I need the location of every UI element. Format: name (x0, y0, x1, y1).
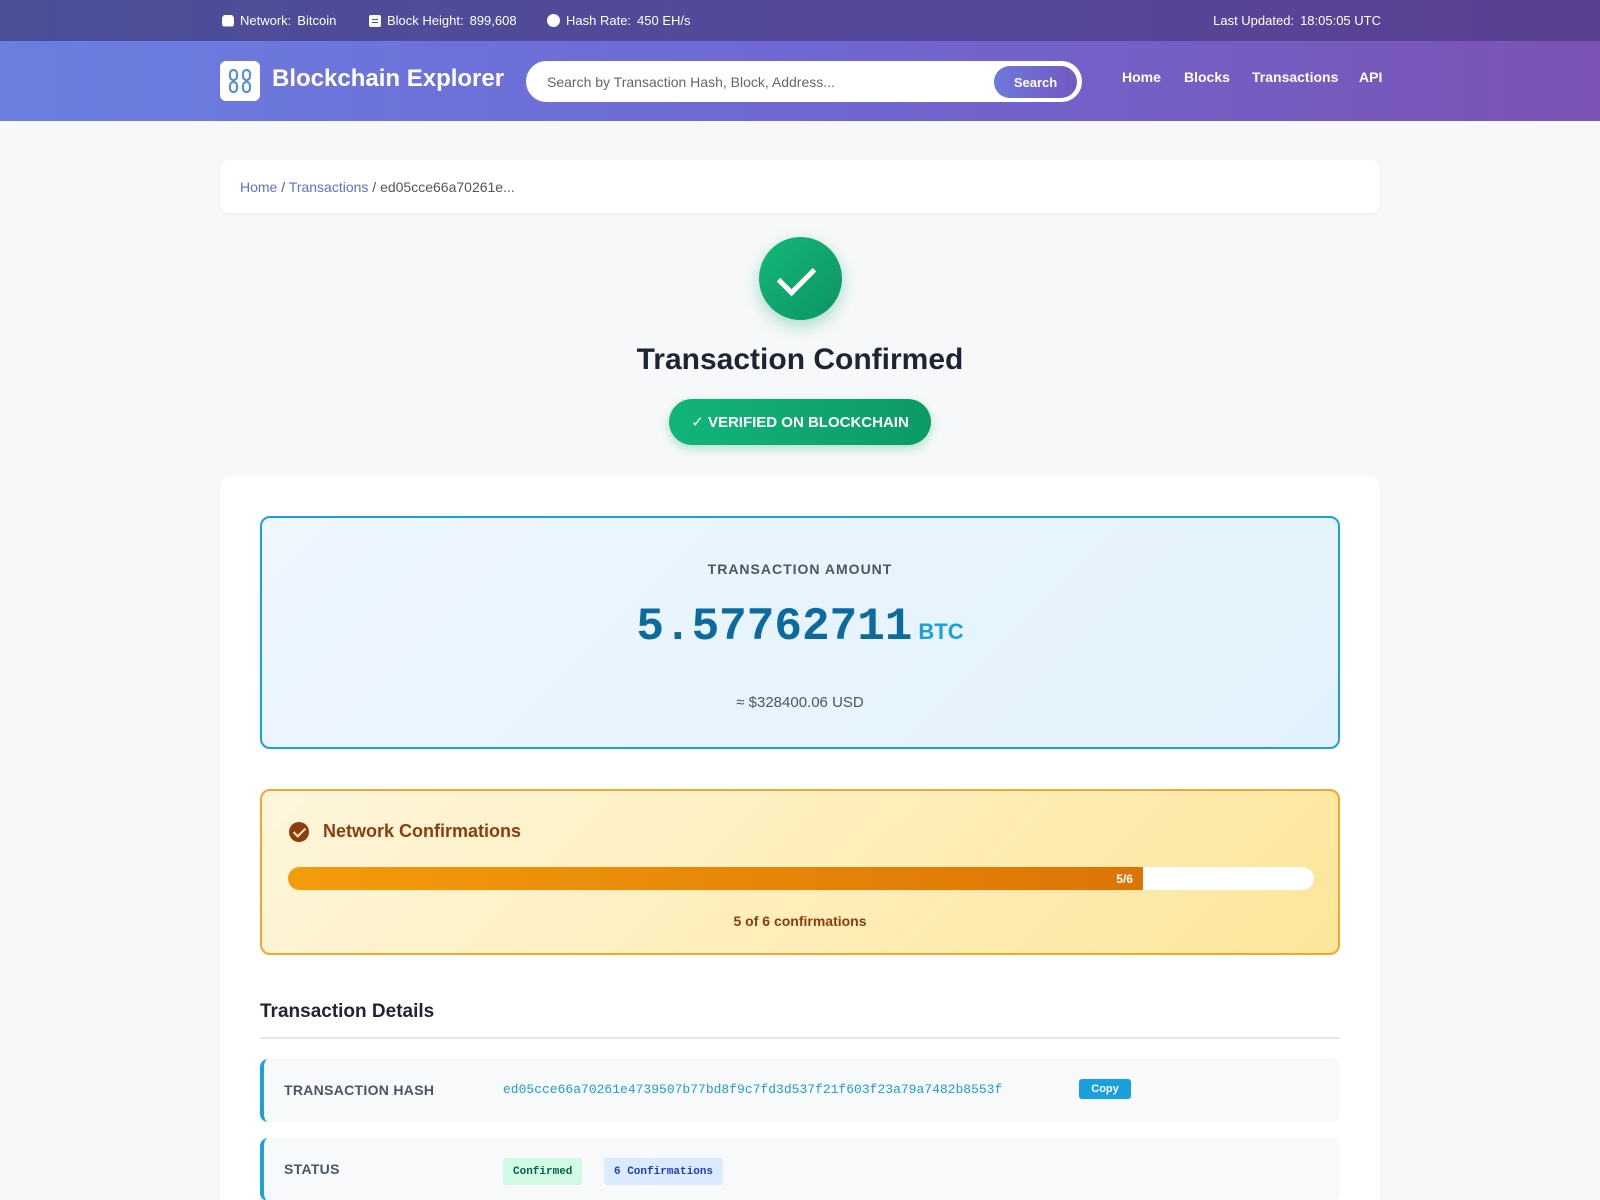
hash-rate-icon (547, 14, 560, 27)
network-icon (222, 14, 234, 27)
nav-api[interactable]: API (1359, 69, 1382, 85)
network-status-bar: Network: Bitcoin Block Height: 899,608 H… (0, 0, 1600, 41)
detail-label: STATUS (284, 1161, 340, 1177)
detail-row-status: STATUS Confirmed 6 Confirmations (260, 1138, 1340, 1200)
confirmations-progress-label: 5/6 (1116, 871, 1133, 886)
detail-label: TRANSACTION HASH (284, 1082, 435, 1098)
transaction-hash-value[interactable]: ed05cce66a70261e4739507b77bd8f9c7fd3d537… (503, 1082, 1002, 1097)
breadcrumb-separator: / (372, 179, 377, 195)
hash-rate-value: 450 EH/s (637, 13, 691, 28)
last-updated-label: Last Updated: (1213, 13, 1295, 28)
confirmations-panel: Network Confirmations 5/6 5 of 6 confirm… (260, 789, 1340, 955)
copy-hash-button[interactable]: Copy (1079, 1079, 1131, 1099)
nav-transactions[interactable]: Transactions (1252, 69, 1338, 85)
confirmations-progress: 5/6 (288, 867, 1314, 890)
amount-usd: ≈ $328400.06 USD (736, 694, 864, 711)
block-height-label: Block Height: (387, 13, 464, 28)
breadcrumb-home[interactable]: Home (240, 179, 277, 195)
verified-badge: ✓ VERIFIED ON BLOCKCHAIN (669, 399, 931, 445)
details-heading: Transaction Details (260, 1001, 435, 1022)
confirmations-title: Network Confirmations (323, 821, 522, 841)
transaction-card: TRANSACTION AMOUNT 5.57762711 BTC ≈ $3284… (220, 475, 1380, 1200)
check-circle-icon (289, 822, 309, 842)
site-title[interactable]: Blockchain Explorer (272, 65, 504, 93)
amount-panel: TRANSACTION AMOUNT 5.57762711 BTC ≈ $3284… (260, 516, 1340, 749)
amount-display: 5.57762711 BTC (262, 601, 1338, 653)
nav-home[interactable]: Home (1122, 69, 1161, 85)
success-check-icon (759, 237, 842, 320)
breadcrumb: Home / Transactions / ed05cce66a70261e..… (220, 160, 1380, 213)
network-status: Network: Bitcoin (222, 0, 336, 41)
detail-row-hash: TRANSACTION HASH ed05cce66a70261e4739507… (260, 1059, 1340, 1122)
hash-rate-status: Hash Rate: 450 EH/s (547, 0, 691, 41)
search-button[interactable]: Search (994, 66, 1077, 98)
amount-value: 5.57762711 (636, 601, 913, 653)
details-divider (260, 1037, 1340, 1039)
site-header: Blockchain Explorer Search Home Blocks T… (0, 41, 1600, 121)
block-height-value: 899,608 (469, 13, 517, 28)
hash-rate-label: Hash Rate: (566, 13, 632, 28)
status-badge: Confirmed (503, 1158, 583, 1185)
block-height-status: Block Height: 899,608 (369, 0, 517, 41)
confirmations-summary: 5 of 6 confirmations (733, 913, 867, 929)
breadcrumb-transactions[interactable]: Transactions (289, 179, 369, 195)
amount-label: TRANSACTION AMOUNT (707, 561, 893, 577)
last-updated: Last Updated: 18:05:05 UTC (1213, 0, 1381, 41)
last-updated-value: 18:05:05 UTC (1300, 13, 1381, 28)
breadcrumb-current: ed05cce66a70261e... (380, 179, 515, 195)
search-input[interactable] (547, 70, 977, 94)
block-icon (369, 14, 381, 27)
breadcrumb-separator: / (281, 179, 286, 195)
network-label: Network: (240, 13, 292, 28)
confirmations-badge: 6 Confirmations (604, 1158, 724, 1185)
network-value: Bitcoin (297, 13, 337, 28)
nav-blocks[interactable]: Blocks (1184, 69, 1230, 85)
amount-unit: BTC (918, 619, 964, 644)
search-bar: Search (526, 61, 1082, 102)
confirmations-progress-fill: 5/6 (288, 867, 1143, 890)
chain-link-icon[interactable] (220, 61, 260, 101)
page-title: Transaction Confirmed (636, 343, 964, 376)
